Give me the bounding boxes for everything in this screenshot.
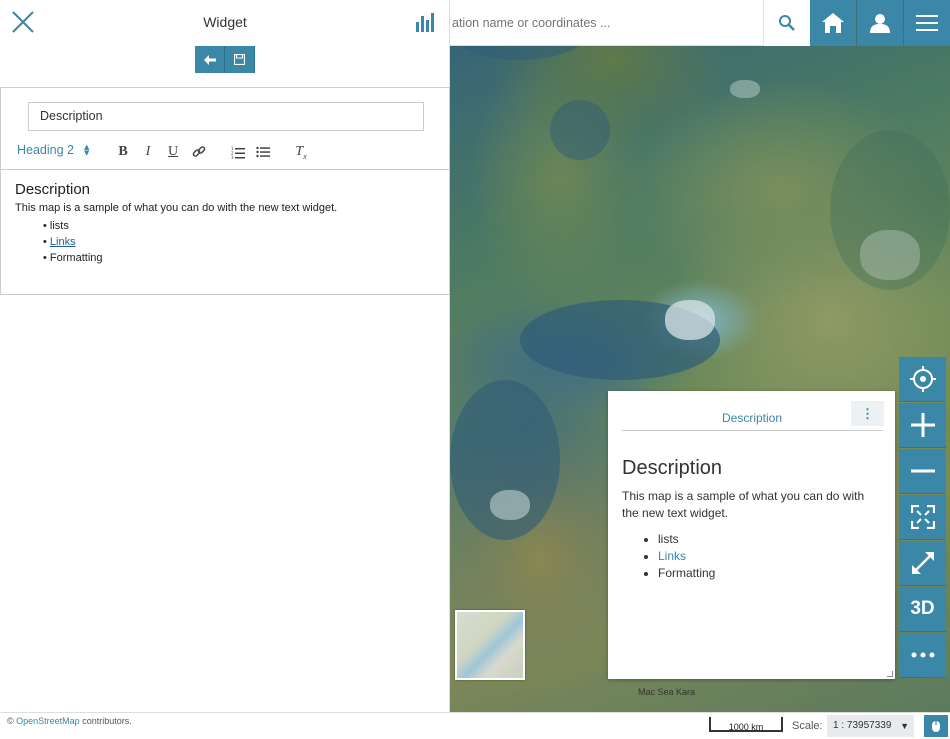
scale-value: 1 : 73957339: [833, 720, 892, 731]
back-arrow-icon: [203, 54, 216, 65]
save-icon: [234, 54, 245, 65]
menu-icon: [916, 15, 938, 31]
description-field[interactable]: Description: [28, 102, 424, 131]
search-bar: [450, 0, 763, 46]
scale-select[interactable]: 1 : 73957339 ▼: [827, 715, 914, 737]
fullscreen-icon: [910, 505, 935, 529]
map-place-label: Mac Sea Kara: [638, 687, 696, 697]
more-vertical-icon: ⋮: [861, 405, 874, 421]
content-list: • lists • Links • Formatting: [43, 218, 435, 266]
zoom-in-button[interactable]: [899, 403, 946, 448]
italic-icon: I: [145, 144, 151, 159]
back-button[interactable]: [195, 46, 225, 73]
expand-icon: [911, 552, 934, 574]
clear-format-icon: Tx: [295, 143, 307, 161]
fullscreen-button[interactable]: [899, 495, 946, 540]
widget-title: Description: [622, 411, 882, 431]
widget-editor-panel: Widget Description Heading 2 ▲ ▼ B I U 1…: [0, 0, 450, 712]
list-item: Links: [658, 548, 882, 565]
bullet-list-icon: [256, 146, 270, 158]
chart-icon: [416, 13, 434, 32]
attribution: © OpenStreetMap contributors.: [7, 716, 132, 726]
resize-handle[interactable]: [887, 671, 893, 677]
content-link[interactable]: Links: [50, 236, 76, 248]
underline-icon: U: [167, 144, 179, 159]
expand-button[interactable]: [899, 541, 946, 586]
list-item: • Formatting: [43, 252, 103, 264]
underline-button[interactable]: U: [166, 143, 180, 161]
link-icon: [192, 146, 206, 157]
status-bar: © OpenStreetMap contributors. 1000 km Sc…: [0, 712, 950, 739]
panel-title: Widget: [203, 14, 247, 30]
italic-button[interactable]: I: [141, 143, 155, 161]
editor-content[interactable]: Description This map is a sample of what…: [15, 181, 435, 266]
3d-label: 3D: [910, 598, 935, 619]
home-button[interactable]: [810, 0, 856, 46]
text-editor: Description Heading 2 ▲ ▼ B I U 1 2 3 Tx…: [0, 87, 450, 295]
user-icon: [870, 14, 890, 33]
bold-button[interactable]: B: [116, 143, 130, 161]
zoom-in-icon: [910, 413, 935, 437]
widget-menu-button[interactable]: ⋮: [851, 401, 884, 426]
user-button[interactable]: [857, 0, 903, 46]
more-icon: [911, 652, 934, 658]
more-button[interactable]: [899, 633, 946, 678]
description-widget: Description ⋮ Description This map is a …: [608, 391, 895, 679]
chart-button[interactable]: [415, 12, 437, 36]
widget-link[interactable]: Links: [658, 549, 686, 563]
action-buttons: [195, 46, 255, 73]
list-item: lists: [658, 531, 882, 548]
widget-list: lists Links Formatting: [658, 531, 882, 582]
widget-body: Description This map is a sample of what…: [622, 457, 882, 582]
widget-paragraph: This map is a sample of what you can do …: [622, 489, 865, 520]
osm-link[interactable]: OpenStreetMap: [16, 716, 80, 726]
save-button[interactable]: [225, 46, 255, 73]
select-arrows-icon: ▲ ▼: [84, 143, 90, 157]
heading-select[interactable]: Heading 2: [17, 143, 74, 157]
scale-bar: 1000 km: [709, 717, 783, 732]
bold-icon: B: [118, 144, 128, 159]
ordered-list-icon: 1 2 3: [231, 146, 245, 159]
search-button[interactable]: [763, 0, 810, 46]
mouse-position-button[interactable]: [924, 715, 948, 737]
locate-button[interactable]: [899, 357, 946, 402]
chevron-down-icon: ▼: [900, 721, 909, 731]
mouse-icon: [932, 720, 940, 732]
overview-map[interactable]: [455, 610, 525, 680]
content-heading: Description: [15, 181, 91, 198]
list-item: Formatting: [658, 565, 882, 582]
link-button[interactable]: [191, 143, 207, 161]
list-item: • Links: [43, 236, 76, 248]
editor-toolbar: Heading 2 ▲ ▼ B I U 1 2 3 Tx: [1, 136, 449, 170]
home-icon: [822, 13, 844, 33]
svg-text:3: 3: [231, 155, 234, 159]
clear-format-button[interactable]: Tx: [293, 143, 309, 161]
search-icon: [779, 15, 795, 31]
main-menu-button[interactable]: [904, 0, 950, 46]
zoom-out-icon: [910, 469, 935, 473]
zoom-out-button[interactable]: [899, 449, 946, 494]
3d-button[interactable]: 3D: [899, 587, 946, 632]
widget-heading: Description: [622, 457, 723, 479]
content-paragraph: This map is a sample of what you can do …: [15, 202, 338, 214]
list-item: • lists: [43, 220, 69, 232]
bullet-list-button[interactable]: [255, 143, 271, 161]
search-input[interactable]: [450, 0, 763, 46]
ordered-list-button[interactable]: 1 2 3: [230, 143, 246, 161]
locate-icon: [909, 366, 936, 392]
scale-label: Scale:: [792, 720, 823, 732]
